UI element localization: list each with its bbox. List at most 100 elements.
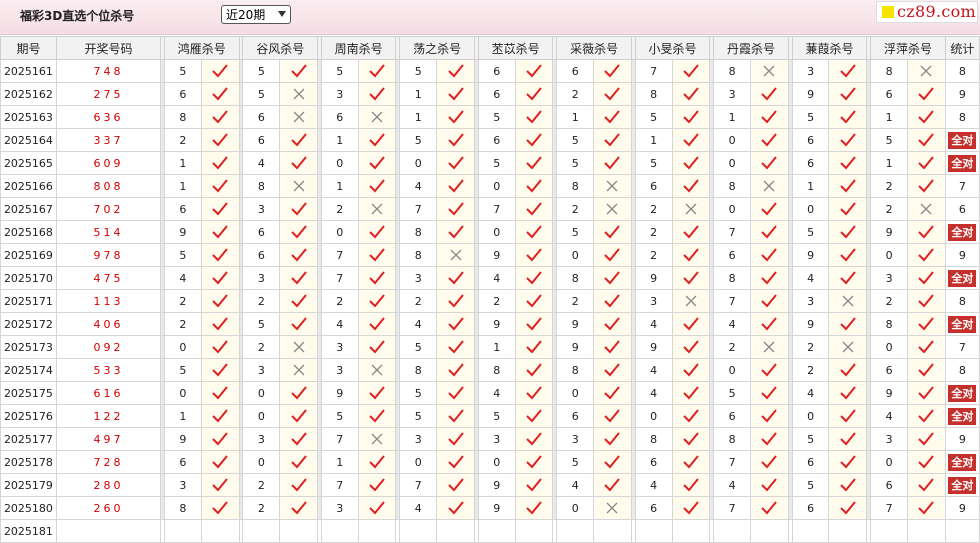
kill-result-cell bbox=[750, 473, 789, 497]
kill-number-cell: 5 bbox=[163, 358, 202, 382]
draw-number-cell: 280 bbox=[55, 473, 162, 497]
kill-result-cell bbox=[828, 220, 868, 244]
kill-result-cell bbox=[436, 59, 475, 83]
kill-number-cell: 0 bbox=[399, 151, 438, 175]
check-icon bbox=[604, 340, 621, 354]
check-icon bbox=[604, 64, 621, 78]
table-row: 2025168 514 9 6 0 8 0 5 2 7 5 9 全对 bbox=[0, 220, 980, 244]
kill-result-cell bbox=[514, 197, 554, 221]
kill-number-cell: 8 bbox=[163, 496, 202, 520]
header-expert-1[interactable]: 鸿雁杀号 bbox=[163, 36, 240, 60]
header-expert-7[interactable]: 小旻杀号 bbox=[634, 36, 711, 60]
kill-number-cell: 6 bbox=[791, 450, 830, 474]
kill-number-cell: 9 bbox=[870, 220, 908, 244]
kill-result-cell bbox=[357, 151, 397, 175]
check-icon bbox=[761, 386, 778, 400]
kill-result-cell bbox=[357, 174, 397, 198]
kill-result-cell bbox=[514, 427, 554, 451]
kill-result-cell bbox=[671, 105, 711, 129]
header-expert-8[interactable]: 丹霞杀号 bbox=[713, 36, 789, 60]
kill-number-cell: 8 bbox=[713, 427, 751, 451]
check-icon bbox=[840, 455, 856, 469]
check-icon bbox=[840, 478, 856, 492]
header-expert-6[interactable]: 采薇杀号 bbox=[556, 36, 632, 60]
table-row: 2025176 122 1 0 5 5 5 6 0 6 0 4 全对 bbox=[0, 404, 980, 428]
check-icon bbox=[918, 432, 935, 446]
header-expert-5[interactable]: 苤苡杀号 bbox=[477, 36, 554, 60]
kill-result-cell bbox=[514, 335, 554, 359]
kill-number-cell: 8 bbox=[399, 358, 438, 382]
kill-result-cell bbox=[828, 496, 868, 520]
kill-result-cell bbox=[279, 289, 318, 313]
kill-number-cell: 0 bbox=[870, 243, 908, 267]
check-icon bbox=[212, 501, 228, 515]
table-row: 2025165 609 1 4 0 0 5 5 5 0 6 1 全对 bbox=[0, 151, 980, 175]
site-logo[interactable]: cz89.com bbox=[876, 1, 978, 23]
kill-result-cell bbox=[750, 312, 789, 336]
header-expert-10[interactable]: 浮萍杀号 bbox=[870, 36, 946, 60]
header-expert-3[interactable]: 周南杀号 bbox=[320, 36, 397, 60]
kill-number-cell: 7 bbox=[713, 220, 751, 244]
check-icon bbox=[447, 225, 464, 239]
kill-result-cell bbox=[357, 496, 397, 520]
kill-number-cell: 6 bbox=[791, 128, 830, 152]
kill-number-cell: 9 bbox=[477, 312, 516, 336]
kill-result-cell bbox=[357, 59, 397, 83]
check-icon bbox=[290, 64, 307, 78]
kill-result-cell bbox=[671, 151, 711, 175]
kill-number-cell: 4 bbox=[634, 358, 673, 382]
current-kill-label: 当前期杀号 bbox=[55, 519, 162, 543]
kill-number-cell: 9 bbox=[556, 335, 595, 359]
kill-number-cell: 0 bbox=[477, 220, 516, 244]
kill-result-cell bbox=[279, 404, 318, 428]
kill-number-cell: 4 bbox=[320, 312, 359, 336]
check-icon bbox=[212, 340, 228, 354]
current-kill-number: 6 bbox=[399, 519, 438, 543]
cross-icon bbox=[685, 203, 697, 215]
kill-result-cell bbox=[436, 312, 475, 336]
kill-number-cell: 0 bbox=[399, 450, 438, 474]
kill-number-cell: 9 bbox=[634, 335, 673, 359]
all-correct-badge: 全对 bbox=[948, 476, 977, 494]
kill-result-cell bbox=[436, 427, 475, 451]
check-icon bbox=[683, 110, 699, 124]
current-period-row: 2025181 当前期杀号 7 6 2 6 7 8 2 3 4 3 bbox=[0, 519, 980, 543]
check-icon bbox=[290, 386, 307, 400]
kill-result-cell bbox=[906, 82, 946, 106]
kill-number-cell: 1 bbox=[163, 404, 202, 428]
kill-result-cell bbox=[357, 450, 397, 474]
check-icon bbox=[212, 133, 228, 147]
draw-number-cell: 113 bbox=[55, 289, 162, 313]
check-icon bbox=[604, 455, 621, 469]
check-icon bbox=[212, 179, 228, 193]
cross-icon bbox=[842, 295, 854, 307]
header-expert-2[interactable]: 谷风杀号 bbox=[242, 36, 318, 60]
draw-number-cell: 533 bbox=[55, 358, 162, 382]
kill-number-cell: 6 bbox=[477, 82, 516, 106]
kill-result-cell bbox=[671, 312, 711, 336]
kill-number-cell: 5 bbox=[556, 128, 595, 152]
kill-number-cell: 3 bbox=[791, 289, 830, 313]
kill-number-cell: 0 bbox=[320, 220, 359, 244]
check-icon bbox=[761, 501, 778, 515]
check-icon bbox=[918, 340, 935, 354]
kill-number-cell: 8 bbox=[399, 243, 438, 267]
period-range-select[interactable]: 近20期 bbox=[221, 5, 291, 24]
current-kill-number: 4 bbox=[791, 519, 830, 543]
check-icon bbox=[840, 363, 856, 377]
header-expert-9[interactable]: 蒹葭杀号 bbox=[791, 36, 868, 60]
kill-result-cell bbox=[671, 289, 711, 313]
draw-number-cell: 497 bbox=[55, 427, 162, 451]
check-icon bbox=[683, 363, 699, 377]
kill-result-cell bbox=[593, 266, 632, 290]
kill-number-cell: 2 bbox=[320, 289, 359, 313]
cross-icon bbox=[685, 295, 697, 307]
kill-result-cell bbox=[593, 197, 632, 221]
kill-result-cell bbox=[200, 496, 240, 520]
kill-result-cell bbox=[593, 174, 632, 198]
cross-icon bbox=[293, 364, 305, 376]
check-icon bbox=[447, 455, 464, 469]
kill-result-cell bbox=[200, 381, 240, 405]
header-expert-4[interactable]: 荡之杀号 bbox=[399, 36, 475, 60]
check-icon bbox=[290, 294, 307, 308]
